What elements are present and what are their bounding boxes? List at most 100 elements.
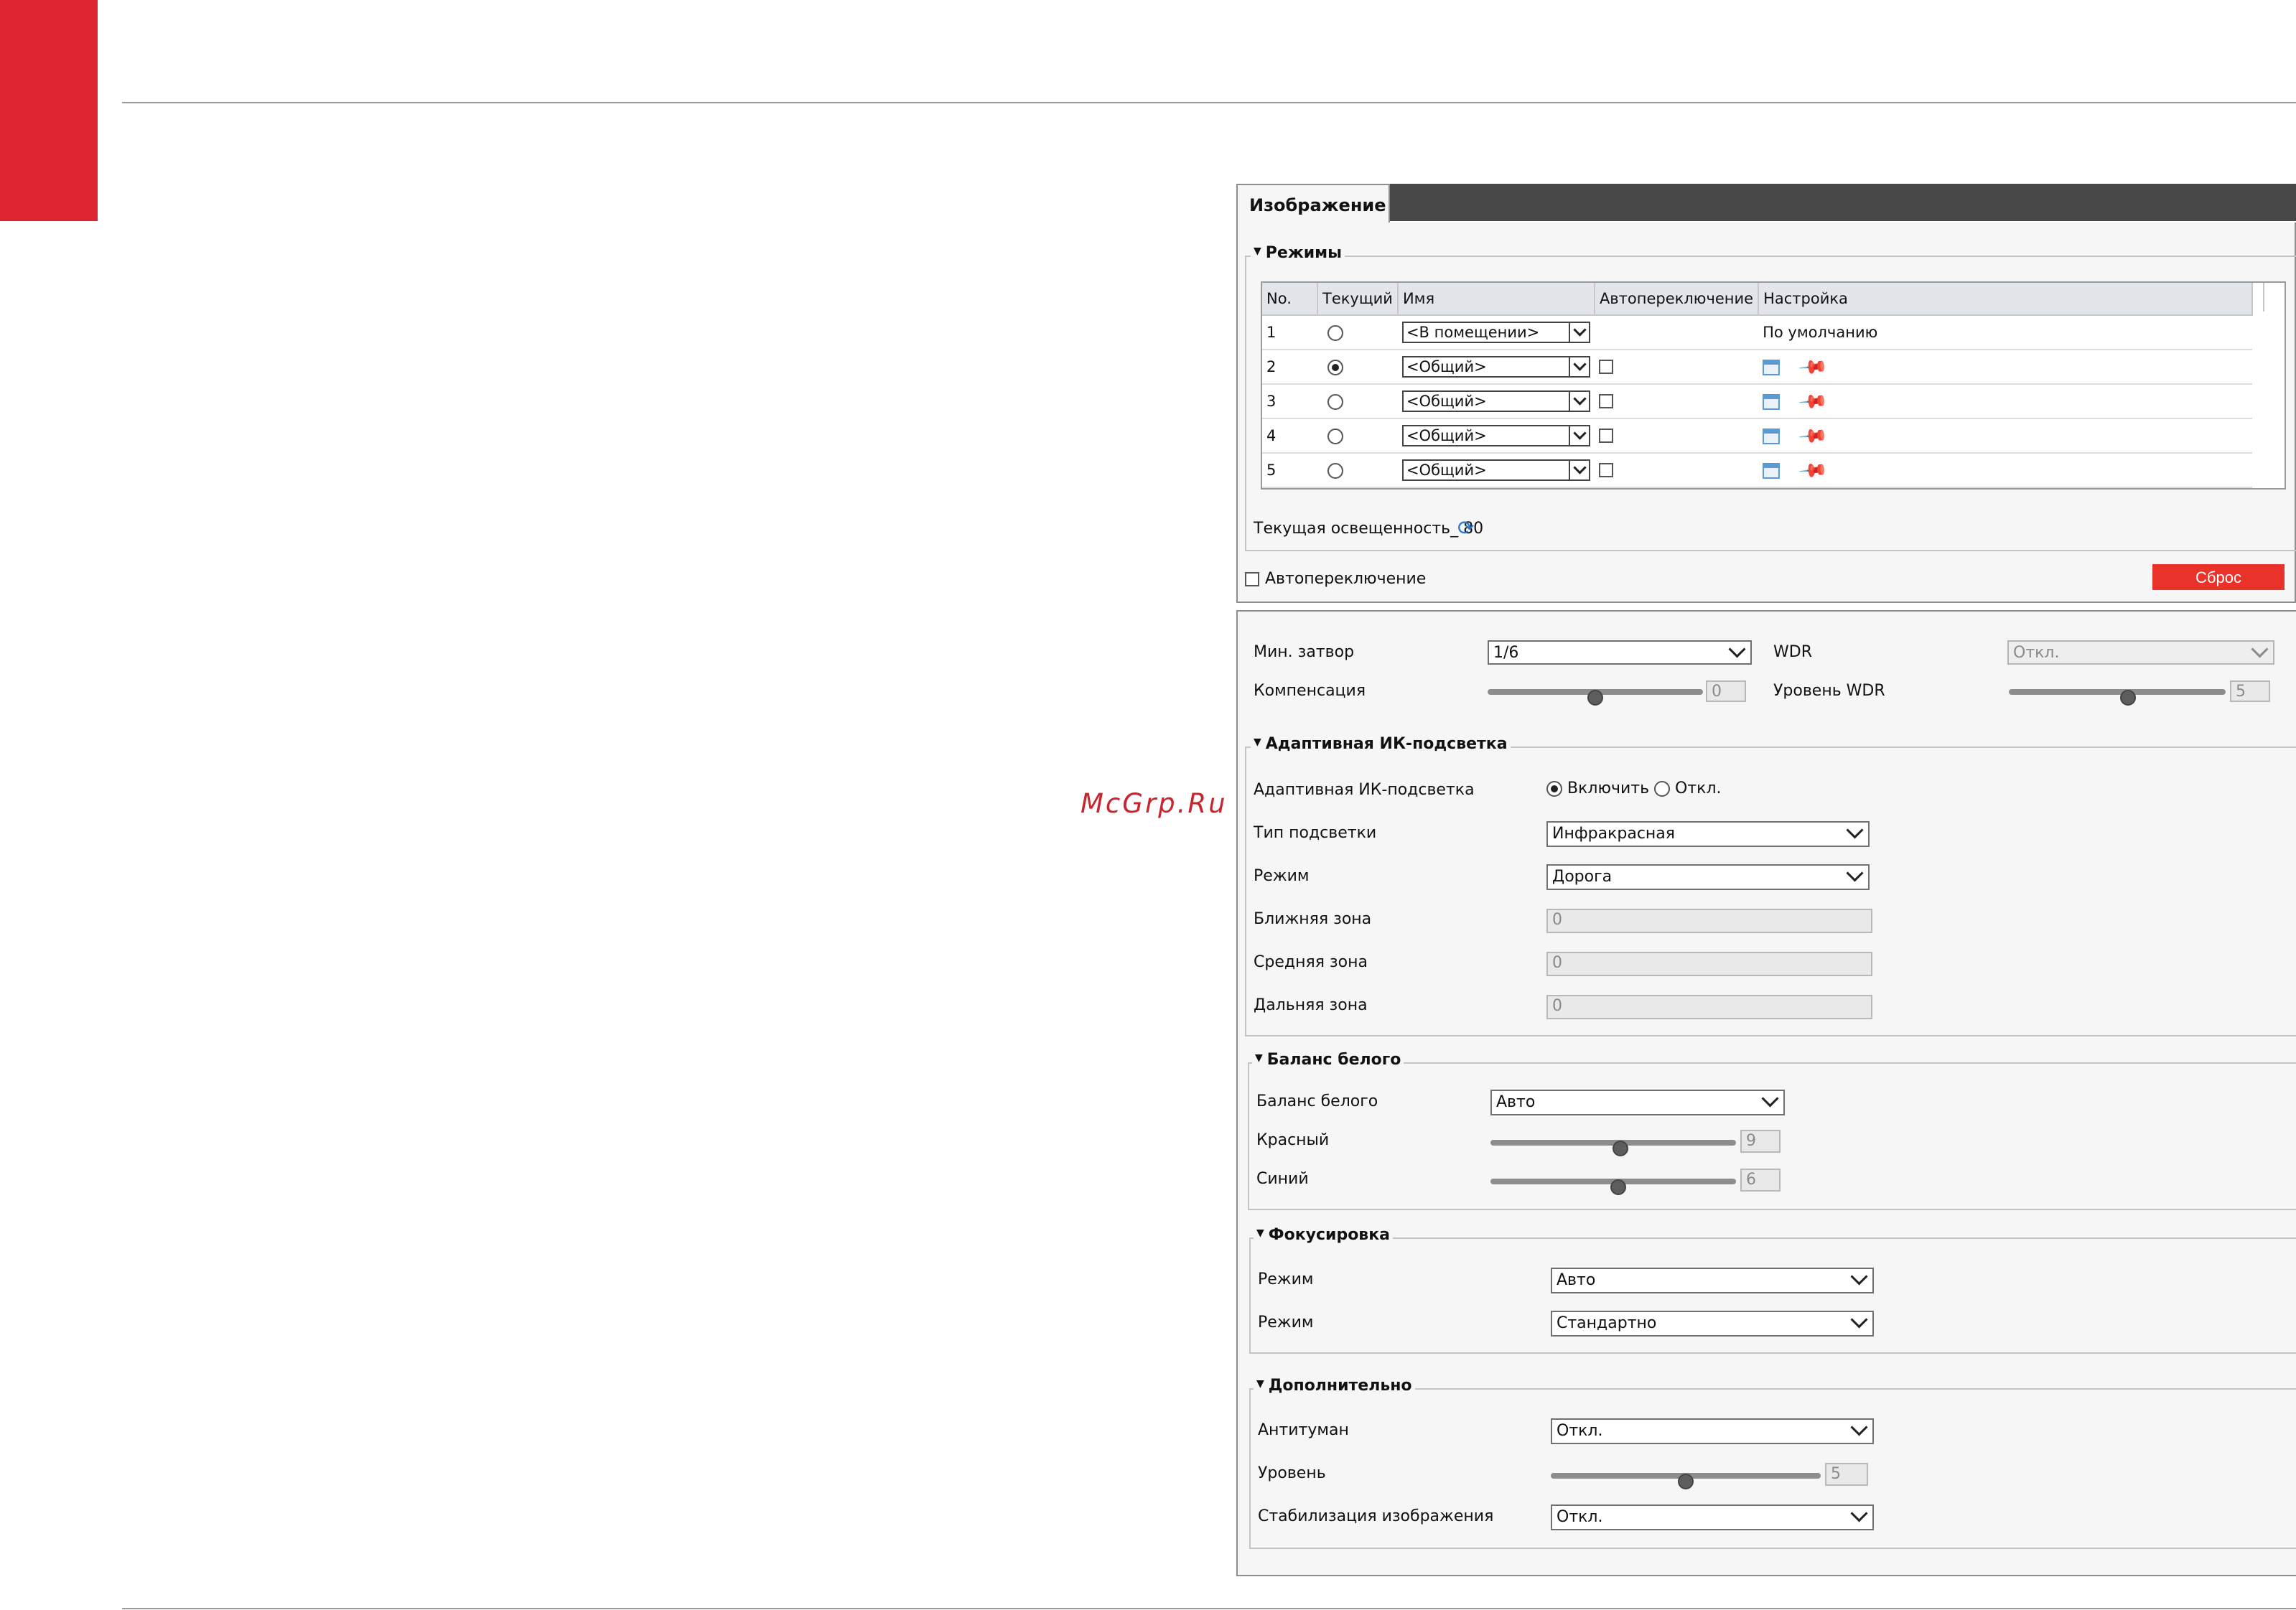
mode-row[interactable]: 5 <Общий> 📌 [1262,453,2252,488]
modes-legend[interactable]: ▼ Режимы [1251,244,1345,262]
top-divider [122,102,2296,103]
focus-mode1-select[interactable]: Авто [1551,1268,1874,1293]
bottom-divider [122,1608,2296,1609]
pin-icon[interactable]: 📌 [1797,352,1829,383]
mode-name-select[interactable]: <В помещении> [1401,322,1590,343]
mode-row[interactable]: 3 <Общий> 📌 [1262,384,2252,419]
mode-autoswitch-checkbox[interactable] [1598,394,1613,408]
min-shutter-select[interactable]: 1/6 [1488,640,1752,665]
blue-label: Синий [1256,1170,1309,1188]
near-zone-label: Ближняя зона [1254,910,1372,928]
autoswitch-label: Автопереключение [1265,570,1427,588]
far-zone-label: Дальняя зона [1254,996,1368,1014]
blue-value: 6 [1740,1169,1781,1192]
calendar-icon[interactable] [1763,429,1781,444]
mode-row[interactable]: 4 <Общий> 📌 [1262,418,2252,454]
compensation-value: 0 [1706,680,1746,702]
mode-autoswitch-checkbox[interactable] [1598,429,1613,443]
ir-mode-label: Режим [1254,867,1310,885]
calendar-icon[interactable] [1763,463,1781,479]
mode-name-select[interactable]: <Общий> [1401,356,1590,378]
defog-label: Антитуман [1258,1421,1349,1439]
wb-legend[interactable]: ▼ Баланс белого [1252,1051,1404,1069]
wb-label: Баланс белого [1256,1092,1378,1110]
level-value: 5 [1825,1463,1868,1486]
tab-bar [1236,184,2296,221]
ir-type-label: Тип подсветки [1254,824,1377,842]
chevron-down-icon[interactable] [1568,459,1590,481]
mode-name-select[interactable]: <Общий> [1401,425,1590,446]
level-slider[interactable] [1551,1473,1821,1489]
ir-on-label: Включить [1567,780,1650,797]
refresh-icon[interactable]: ⟳ [1457,518,1474,538]
mode-row[interactable]: 1 <В помещении> По умолчанию [1262,315,2252,350]
col-setting: Настройка [1758,283,2253,316]
stabilization-label: Стабилизация изображения [1258,1507,1494,1525]
wdr-select[interactable]: Откл. [2007,640,2274,665]
focus-legend[interactable]: ▼ Фокусировка [1254,1226,1394,1244]
mode-current-radio[interactable] [1327,394,1343,410]
col-autoswitch: Автопереключение [1594,283,1760,316]
modes-table-header: No. Текущий Имя Автопереключение Настрой… [1262,283,2253,316]
wdr-level-label: Уровень WDR [1773,682,1885,700]
ir-legend[interactable]: ▼ Адаптивная ИК-подсветка [1251,735,1511,753]
chevron-down-icon[interactable] [1568,356,1590,378]
defog-select[interactable]: Откл. [1551,1418,1874,1444]
chevron-down-icon[interactable] [1568,322,1590,343]
ir-off-radio[interactable] [1654,781,1671,797]
pin-icon[interactable]: 📌 [1797,455,1829,487]
autoswitch-checkbox[interactable] [1245,572,1259,586]
near-zone-input[interactable]: 0 [1546,909,1872,933]
compensation-label: Компенсация [1254,682,1366,700]
mode-name-select[interactable]: <Общий> [1401,459,1590,481]
mode-autoswitch-checkbox[interactable] [1598,360,1613,374]
ir-type-select[interactable]: Инфракрасная [1546,821,1870,847]
modes-table: No. Текущий Имя Автопереключение Настрой… [1262,283,2253,488]
blue-slider[interactable] [1490,1179,1736,1195]
illumination-label: Текущая освещенность_ 80 [1254,520,1484,538]
wdr-level-slider[interactable] [2009,689,2226,706]
mode-name-select[interactable]: <Общий> [1401,390,1590,412]
wb-select[interactable]: Авто [1490,1090,1785,1115]
calendar-icon[interactable] [1763,360,1781,375]
ir-mode-select[interactable]: Дорога [1546,864,1870,890]
mode-autoswitch-checkbox[interactable] [1598,463,1613,477]
watermark: McGrp.Ru [1081,788,1228,819]
mode-current-radio[interactable] [1327,325,1343,341]
table-scroll-stub [2263,283,2283,312]
mode-setting-text: По умолчанию [1763,324,1878,341]
wdr-label: WDR [1773,643,1812,661]
col-no: No. [1262,283,1318,316]
pin-icon[interactable]: 📌 [1797,386,1829,418]
ir-adaptive-radios: Включить Откл. [1546,780,1722,797]
mode-current-radio[interactable] [1327,429,1343,444]
far-zone-input[interactable]: 0 [1546,995,1872,1019]
reset-button[interactable]: Сброс [2152,564,2285,590]
chevron-down-icon[interactable] [1568,390,1590,412]
wdr-level-value: 5 [2230,680,2270,702]
mode-no: 5 [1262,453,1317,488]
col-current: Текущий [1317,283,1399,316]
mid-zone-label: Средняя зона [1254,953,1368,971]
chevron-down-icon[interactable] [1568,425,1590,446]
ir-on-radio[interactable] [1546,781,1562,797]
extra-legend[interactable]: ▼ Дополнительно [1254,1377,1415,1395]
focus-mode2-label: Режим [1258,1314,1314,1331]
ir-adaptive-label: Адаптивная ИК-подсветка [1254,781,1475,799]
red-slider[interactable] [1490,1140,1736,1156]
tab-image[interactable]: Изображение [1236,184,1390,224]
mode-row[interactable]: 2 <Общий> 📌 [1262,350,2252,385]
mode-current-radio[interactable] [1327,463,1343,479]
pin-icon[interactable]: 📌 [1797,421,1829,452]
min-shutter-label: Мин. затвор [1254,643,1355,661]
stabilization-select[interactable]: Откл. [1551,1504,1874,1530]
col-name: Имя [1397,283,1595,316]
level-label: Уровень [1258,1464,1326,1482]
mode-current-radio[interactable] [1327,360,1343,375]
compensation-slider[interactable] [1488,689,1703,706]
mid-zone-input[interactable]: 0 [1546,952,1872,976]
focus-mode2-select[interactable]: Стандартно [1551,1311,1874,1337]
ir-off-label: Откл. [1675,780,1722,797]
calendar-icon[interactable] [1763,394,1781,410]
focus-mode1-label: Режим [1258,1270,1314,1288]
